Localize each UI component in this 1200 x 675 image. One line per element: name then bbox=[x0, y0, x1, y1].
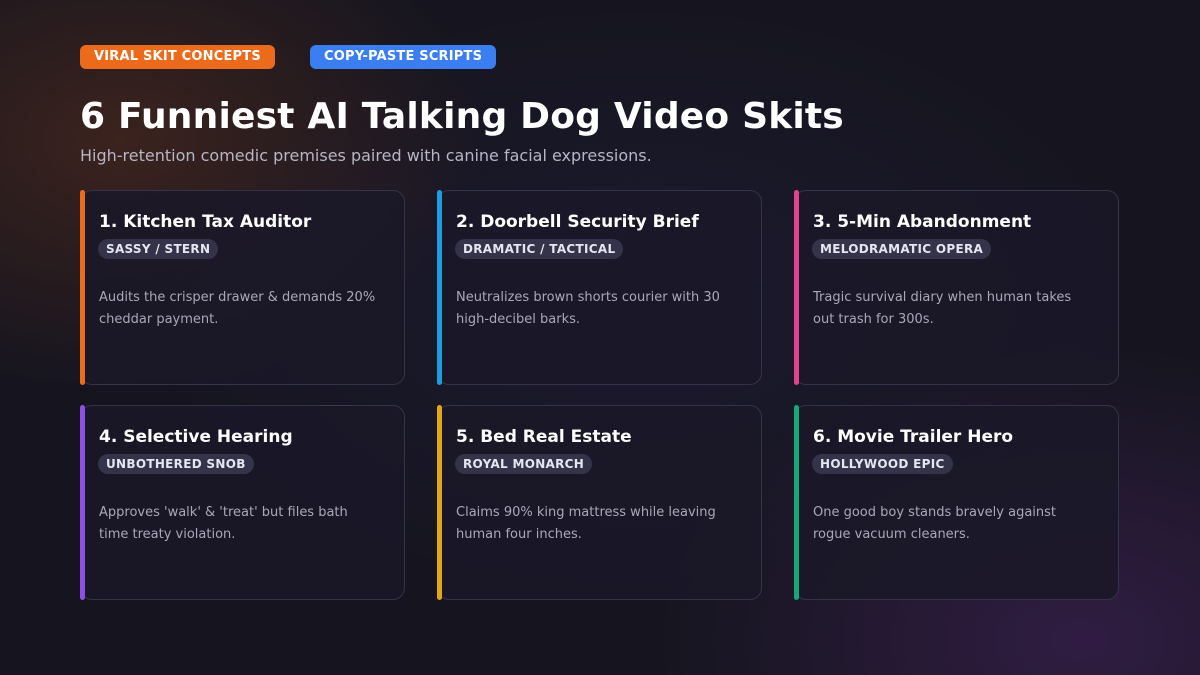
card-accent-bar bbox=[437, 405, 442, 600]
card-title: 6. Movie Trailer Hero bbox=[813, 427, 1014, 447]
skit-card-4: 4. Selective Hearing UNBOTHERED SNOB App… bbox=[80, 405, 405, 600]
tag-copy-paste-scripts: COPY-PASTE SCRIPTS bbox=[310, 45, 497, 69]
skit-card-3: 3. 5-Min Abandonment MELODRAMATIC OPERA … bbox=[794, 190, 1119, 385]
card-title: 3. 5-Min Abandonment bbox=[813, 212, 1032, 232]
tag-viral-skit-concepts: VIRAL SKIT CONCEPTS bbox=[80, 45, 275, 69]
card-accent-bar bbox=[80, 405, 85, 600]
tone-badge: DRAMATIC / TACTICAL bbox=[455, 239, 624, 259]
card-title: 2. Doorbell Security Brief bbox=[456, 212, 699, 232]
card-description: Neutralizes brown shorts courier with 30… bbox=[456, 290, 720, 327]
tone-badge: MELODRAMATIC OPERA bbox=[812, 239, 992, 259]
card-accent-bar bbox=[80, 190, 85, 385]
skit-card-1: 1. Kitchen Tax Auditor SASSY / STERN Aud… bbox=[80, 190, 405, 385]
card-title: 4. Selective Hearing bbox=[99, 427, 293, 447]
card-description: One good boy stands bravely against rogu… bbox=[813, 505, 1057, 542]
card-description: Audits the crisper drawer & demands 20% … bbox=[99, 290, 376, 327]
tone-badge: HOLLYWOOD EPIC bbox=[812, 454, 953, 474]
skit-card-grid: 1. Kitchen Tax Auditor SASSY / STERN Aud… bbox=[80, 190, 1120, 602]
skit-card-5: 5. Bed Real Estate ROYAL MONARCH Claims … bbox=[437, 405, 762, 600]
tone-badge: UNBOTHERED SNOB bbox=[98, 454, 254, 474]
card-description: Tragic survival diary when human takes o… bbox=[813, 290, 1072, 327]
card-description: Approves 'walk' & 'treat' but files bath… bbox=[99, 505, 348, 542]
skit-card-6: 6. Movie Trailer Hero HOLLYWOOD EPIC One… bbox=[794, 405, 1119, 600]
tone-badge: SASSY / STERN bbox=[98, 239, 219, 259]
page-title: 6 Funniest AI Talking Dog Video Skits bbox=[80, 96, 844, 137]
card-accent-bar bbox=[794, 190, 799, 385]
card-accent-bar bbox=[794, 405, 799, 600]
card-title: 5. Bed Real Estate bbox=[456, 427, 632, 447]
card-accent-bar bbox=[437, 190, 442, 385]
card-title: 1. Kitchen Tax Auditor bbox=[99, 212, 312, 232]
tone-badge: ROYAL MONARCH bbox=[455, 454, 593, 474]
page-subtitle: High-retention comedic premises paired w… bbox=[80, 146, 652, 165]
skit-card-2: 2. Doorbell Security Brief DRAMATIC / TA… bbox=[437, 190, 762, 385]
card-description: Claims 90% king mattress while leaving h… bbox=[456, 505, 716, 542]
